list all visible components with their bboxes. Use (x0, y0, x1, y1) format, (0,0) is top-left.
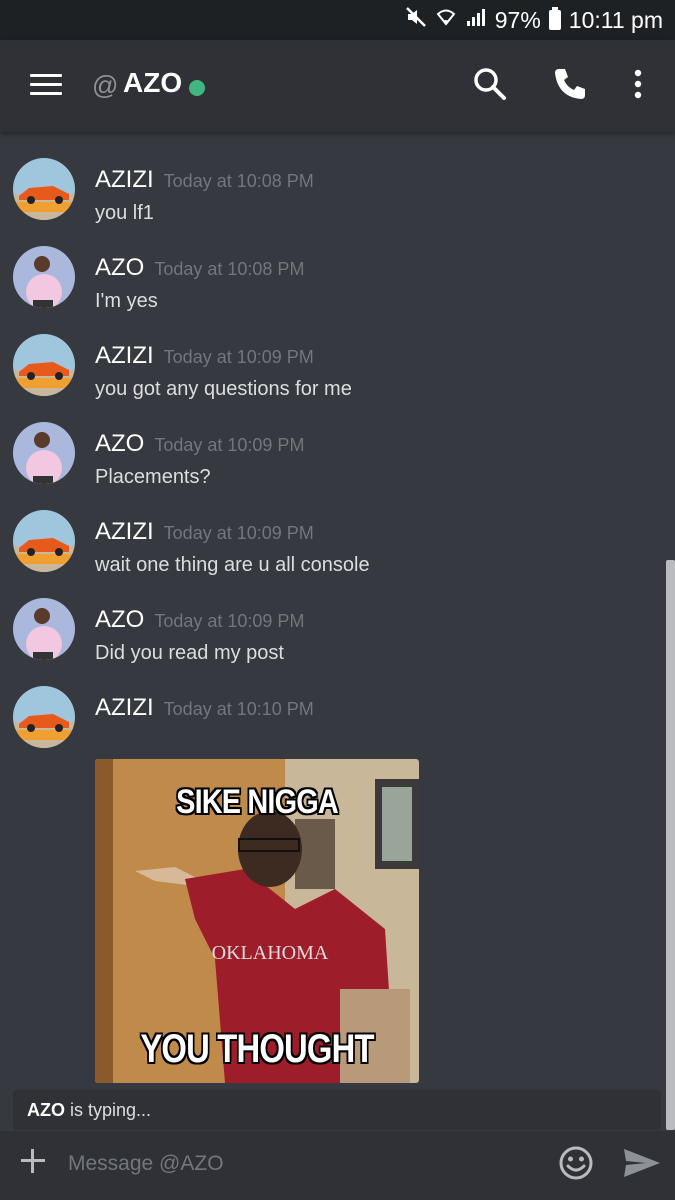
message-content: Did you read my post (95, 642, 284, 664)
avatar[interactable] (13, 686, 75, 748)
composer (0, 1131, 675, 1200)
online-status-dot (189, 80, 205, 96)
menu-icon[interactable] (30, 72, 62, 96)
channel-header: @ AZO (0, 40, 675, 132)
message-content: you got any questions for me (95, 378, 352, 400)
message: AZO Today at 10:09 PM Did you read my pos… (0, 598, 675, 686)
message-content: I'm yes (95, 290, 158, 312)
shirt-text: OKLAHOMA (212, 942, 329, 964)
message-timestamp: Today at 10:09 PM (163, 347, 314, 367)
meme-top-caption: SIKE NIGGA (176, 783, 339, 821)
message: AZO Today at 10:08 PM I'm yes (0, 246, 675, 334)
meme-bottom-caption: YOU THOUGHT (140, 1027, 374, 1071)
status-icons: 97% 10:11 pm (405, 6, 663, 34)
avatar[interactable] (13, 510, 75, 572)
message: AZO Today at 10:09 PM Placements? (0, 422, 675, 510)
message-author[interactable]: AZIZI (95, 694, 154, 721)
message-timestamp: Today at 10:08 PM (163, 171, 314, 191)
typing-indicator: AZO is typing... (13, 1090, 661, 1130)
plus-icon[interactable] (19, 1147, 47, 1175)
message-input[interactable] (66, 1145, 540, 1183)
message: AZIZI Today at 10:09 PM you got any quest… (0, 334, 675, 422)
more-icon[interactable] (618, 64, 658, 104)
typing-label: is typing... (65, 1100, 152, 1120)
message-timestamp: Today at 10:09 PM (163, 523, 314, 543)
message-author[interactable]: AZIZI (95, 342, 154, 369)
message-author[interactable]: AZIZI (95, 518, 154, 545)
avatar[interactable] (13, 246, 75, 308)
message-author[interactable]: AZO (95, 430, 144, 457)
message-content: Placements? (95, 466, 211, 488)
message-author[interactable]: AZO (95, 254, 144, 281)
channel-title: AZO (123, 67, 183, 98)
mute-icon (405, 6, 427, 34)
message-timestamp: Today at 10:09 PM (154, 611, 305, 631)
avatar[interactable] (13, 422, 75, 484)
message-author[interactable]: AZO (95, 606, 144, 633)
emoji-icon[interactable] (559, 1146, 593, 1180)
call-icon[interactable] (550, 64, 590, 104)
message-timestamp: Today at 10:10 PM (163, 699, 314, 719)
avatar[interactable] (13, 334, 75, 396)
message-content: you lf1 (95, 202, 154, 224)
avatar[interactable] (13, 598, 75, 660)
message-timestamp: Today at 10:09 PM (154, 435, 305, 455)
avatar[interactable] (13, 158, 75, 220)
message-content: wait one thing are u all console (95, 554, 370, 576)
clock: 10:11 pm (568, 6, 663, 33)
typing-user: AZO (27, 1100, 65, 1120)
dm-at-symbol: @ (92, 70, 119, 100)
message-list: AZIZI Today at 10:08 PM you lf1 AZO Today … (0, 132, 675, 1090)
search-icon[interactable] (470, 64, 510, 104)
message-author[interactable]: AZIZI (95, 166, 154, 193)
message-timestamp: Today at 10:08 PM (154, 259, 305, 279)
wifi-icon (435, 6, 457, 34)
signal-icon (465, 6, 487, 34)
scrollbar[interactable] (666, 560, 675, 1130)
image-attachment[interactable]: OKLAHOMA SIKE NIGGA YOU THOUGHT (95, 759, 419, 1083)
message: AZIZI Today at 10:09 PM wait one thing ar… (0, 510, 675, 598)
battery-percent: 97% (494, 6, 541, 33)
message: AZIZI Today at 10:08 PM you lf1 (0, 158, 675, 246)
battery-icon (548, 7, 561, 30)
send-icon[interactable] (622, 1147, 662, 1179)
status-bar: 97% 10:11 pm (0, 0, 675, 40)
